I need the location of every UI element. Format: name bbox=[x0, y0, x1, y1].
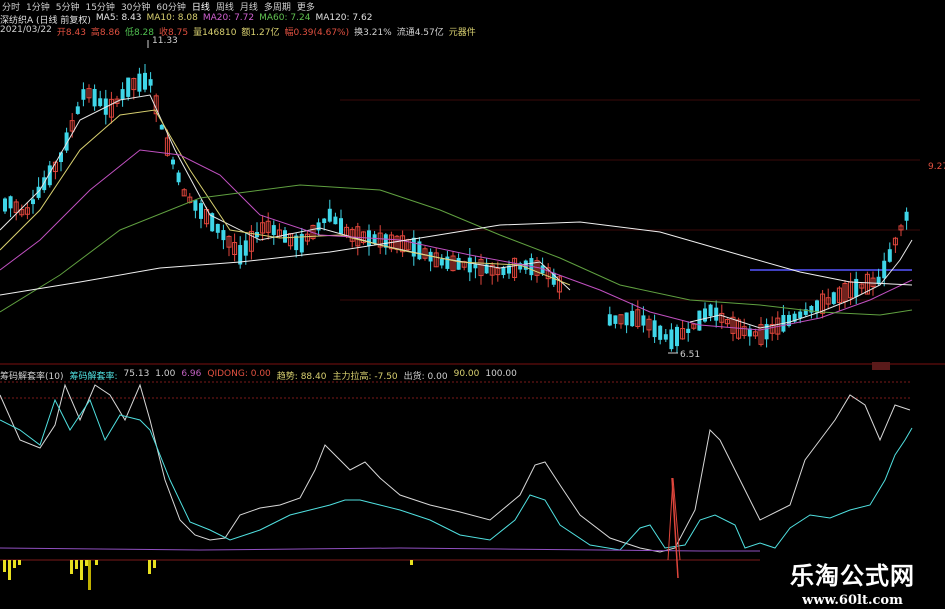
candle-body bbox=[176, 172, 181, 183]
ma10-line bbox=[0, 109, 571, 286]
candle-body bbox=[630, 310, 635, 327]
candle-body bbox=[445, 256, 450, 269]
ma20-line bbox=[0, 149, 913, 331]
candle-body bbox=[372, 234, 377, 244]
candle-body bbox=[439, 258, 444, 266]
watermark: 乐淘公式网 www.60lt.com bbox=[760, 555, 945, 609]
candle-body bbox=[501, 267, 506, 276]
candle-body bbox=[81, 89, 86, 100]
volume-bar bbox=[8, 560, 11, 580]
out-value: 出货: 0.00 bbox=[403, 372, 448, 382]
candle-body bbox=[882, 260, 887, 279]
volume-bar bbox=[85, 560, 88, 566]
candle-body bbox=[703, 308, 707, 322]
badge-marker bbox=[872, 362, 890, 370]
candle-body bbox=[904, 211, 909, 221]
candle-body bbox=[75, 106, 80, 114]
candle-body bbox=[456, 257, 461, 270]
candle-body bbox=[327, 208, 332, 222]
volume-bar bbox=[3, 560, 6, 572]
volume-bar bbox=[75, 560, 78, 569]
indicator-value1: 75.13 bbox=[123, 369, 150, 379]
indicator-name[interactable]: 筹码解套率(10) bbox=[0, 369, 63, 382]
candle-body bbox=[283, 230, 287, 243]
candle-body bbox=[322, 218, 327, 224]
candle-body bbox=[221, 230, 226, 241]
candle-body bbox=[652, 320, 657, 338]
candle-body bbox=[159, 124, 164, 130]
axis-top-label: 9.27 bbox=[928, 162, 945, 172]
candle-body bbox=[126, 77, 131, 97]
volume-bar bbox=[410, 560, 413, 565]
qidong-value: QIDONG: 0.00 bbox=[207, 369, 271, 379]
candle-body bbox=[137, 73, 142, 92]
candle-body bbox=[708, 304, 713, 317]
indicator-value3: 6.96 bbox=[181, 369, 202, 379]
indicator-info-line: 筹码解套率(10) 筹码解套率: 75.13 1.00 6.96 QIDONG:… bbox=[0, 369, 517, 382]
candle-body bbox=[473, 264, 478, 269]
candle-body bbox=[339, 218, 343, 234]
candle-body bbox=[887, 249, 892, 262]
volume-bar bbox=[80, 560, 83, 580]
indicator-value2: 1.00 bbox=[155, 369, 176, 379]
watermark-title: 乐淘公式网 bbox=[790, 562, 915, 590]
candle-body bbox=[675, 326, 679, 347]
candle-body bbox=[831, 292, 836, 304]
indicator-white-line bbox=[0, 383, 911, 553]
volume-bar bbox=[13, 560, 16, 568]
candle-body bbox=[669, 329, 674, 350]
candle-body bbox=[467, 257, 472, 273]
candle-body bbox=[98, 98, 103, 107]
volume-bar bbox=[148, 560, 151, 574]
volume-bar bbox=[95, 560, 98, 565]
main-value: 主力拉高: -7.50 bbox=[332, 372, 398, 382]
candle-body bbox=[686, 328, 691, 334]
candle-body bbox=[31, 199, 35, 205]
watermark-url: www.60lt.com bbox=[802, 593, 903, 608]
candle-body bbox=[624, 312, 629, 326]
candle-body bbox=[607, 314, 612, 326]
candle-body bbox=[243, 240, 248, 256]
candle-body bbox=[815, 300, 819, 313]
candle-body bbox=[641, 315, 646, 326]
candle-body bbox=[171, 159, 175, 165]
price-low-label: 6.51 bbox=[680, 350, 701, 360]
ma120-line bbox=[0, 221, 913, 296]
trend-value: 趋势: 88.40 bbox=[276, 372, 327, 382]
candle-body bbox=[3, 198, 7, 212]
candle-body bbox=[714, 307, 719, 321]
candle-body bbox=[663, 334, 668, 340]
candle-body bbox=[120, 89, 125, 100]
price-high-label: 11.33 bbox=[152, 36, 178, 46]
candle-body bbox=[143, 72, 147, 90]
volume-bar bbox=[18, 560, 21, 565]
candle-body bbox=[215, 223, 220, 233]
ma60-line bbox=[0, 184, 913, 316]
volume-bar bbox=[153, 560, 156, 568]
l100-value: 100.00 bbox=[485, 369, 517, 379]
candle-body bbox=[193, 200, 198, 211]
candle-body bbox=[798, 311, 803, 319]
candle-body bbox=[148, 79, 153, 86]
volume-bar bbox=[88, 560, 91, 590]
candle-body bbox=[333, 216, 338, 225]
ma5-line bbox=[0, 94, 571, 291]
candle-body bbox=[92, 88, 97, 107]
candle-body bbox=[199, 203, 203, 219]
candle-body bbox=[658, 325, 663, 340]
candle-body bbox=[316, 222, 321, 231]
volume-bar bbox=[70, 560, 73, 574]
candle-body bbox=[411, 237, 416, 257]
indicator-name2: 筹码解套率: bbox=[69, 372, 118, 382]
candle-body bbox=[271, 225, 276, 235]
l90-value: 90.00 bbox=[453, 369, 480, 379]
kline-chart[interactable] bbox=[0, 0, 945, 609]
candle-body bbox=[8, 196, 13, 209]
candle-body bbox=[613, 315, 618, 324]
indicator-cyan-line bbox=[0, 398, 913, 551]
candle-body bbox=[854, 278, 859, 297]
